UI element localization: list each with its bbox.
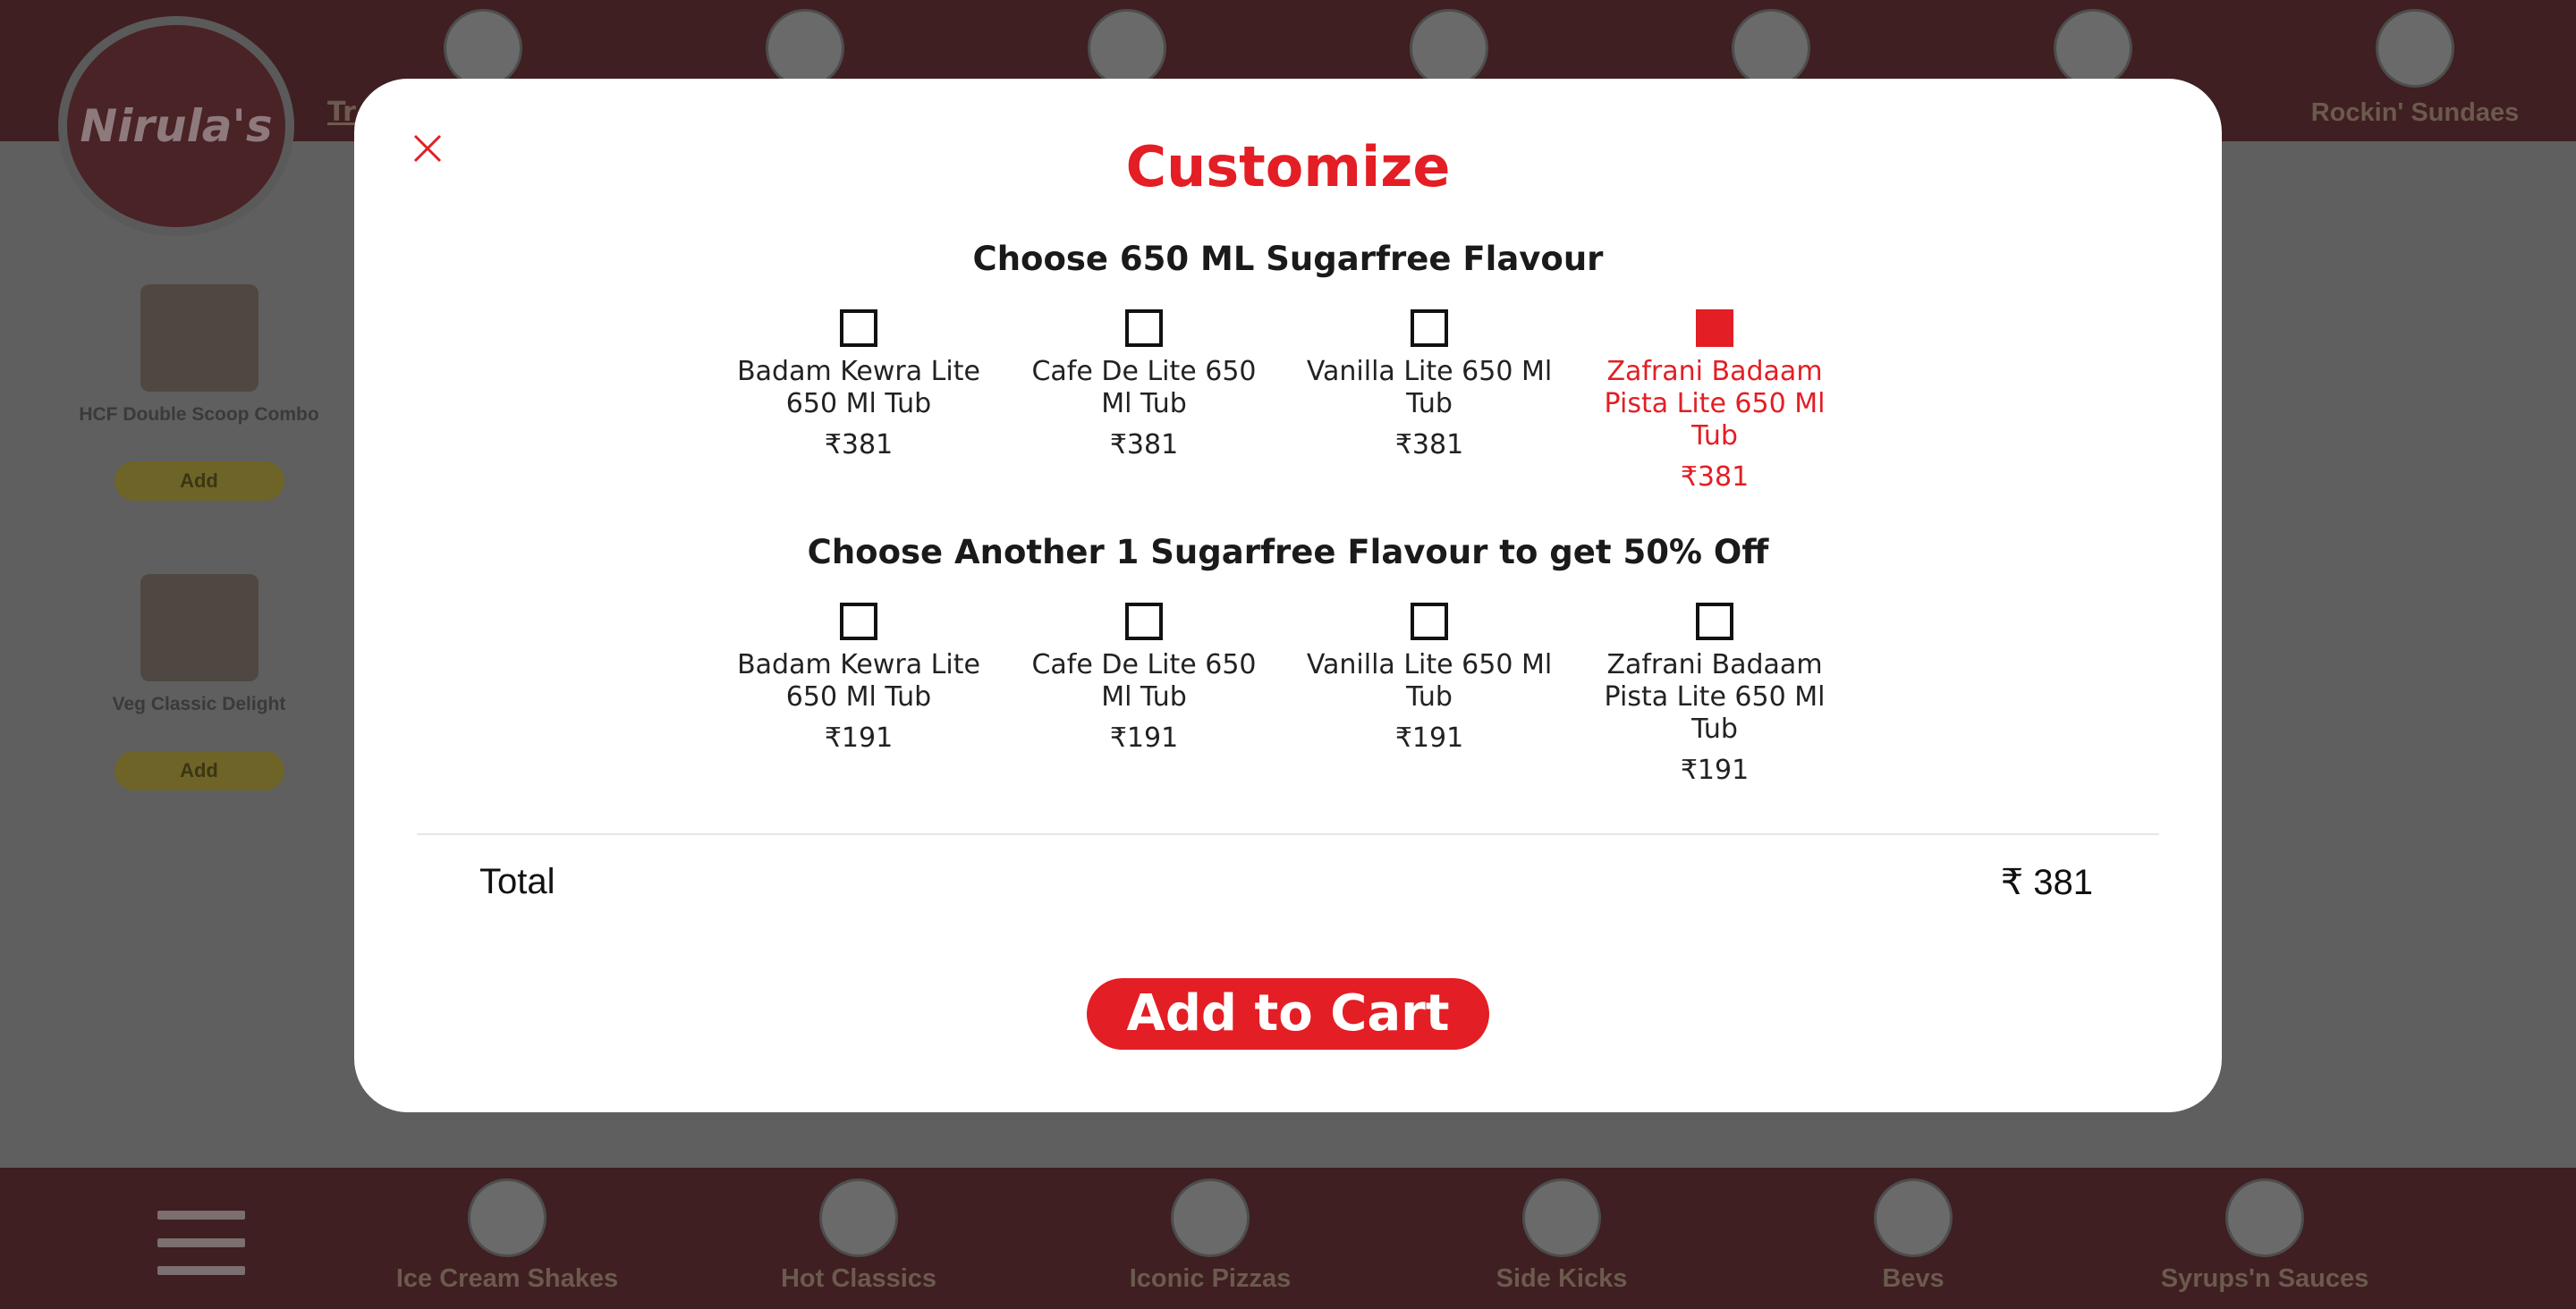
add-to-cart-button[interactable]: Add to Cart: [1087, 978, 1489, 1050]
option-name: Vanilla Lite 650 Ml Tub: [1306, 356, 1553, 419]
category-thumbnail: [2225, 1178, 2304, 1257]
active-tab-label[interactable]: Tr: [327, 97, 356, 128]
total-value: ₹ 381: [2000, 863, 2093, 902]
flavour-option[interactable]: Cafe De Lite 650 Ml Tub ₹381: [1019, 309, 1269, 460]
option-price: ₹191: [1109, 722, 1179, 754]
flavour-option[interactable]: Cafe De Lite 650 Ml Tub ₹191: [1019, 603, 1269, 754]
checkbox[interactable]: [1696, 603, 1733, 640]
menu-item-name: Veg Classic Delight: [112, 694, 286, 714]
bottom-category-item[interactable]: Side Kicks: [1428, 1178, 1696, 1294]
flavour-option-selected[interactable]: Zafrani Badaam Pista Lite 650 Ml Tub ₹38…: [1589, 309, 1840, 493]
category-thumbnail: [444, 9, 522, 88]
total-label: Total: [479, 862, 555, 901]
option-name: Badam Kewra Lite 650 Ml Tub: [737, 649, 980, 713]
flavour-option[interactable]: Badam Kewra Lite 650 Ml Tub ₹191: [733, 603, 984, 754]
bottom-category-item[interactable]: Hot Classics: [724, 1178, 993, 1294]
category-thumbnail: [1732, 9, 1810, 88]
menu-item-image: [140, 574, 258, 681]
brand-logo[interactable]: Nirula's: [58, 16, 294, 236]
option-name: Cafe De Lite 650 Ml Tub: [1031, 649, 1257, 713]
category-thumbnail: [766, 9, 844, 88]
checkbox-checked[interactable]: [1696, 309, 1733, 347]
bottom-category-item[interactable]: Iconic Pizzas: [1076, 1178, 1344, 1294]
checkbox[interactable]: [840, 309, 877, 347]
option-price: ₹381: [1109, 429, 1179, 460]
menu-item-card: Veg Classic Delight Add: [63, 574, 335, 790]
category-thumbnail: [2376, 9, 2454, 88]
bottom-category-item[interactable]: Ice Cream Shakes: [373, 1178, 641, 1294]
menu-item-card: HCF Double Scoop Combo Add: [63, 284, 335, 501]
category-thumbnail: [1522, 1178, 1601, 1257]
category-label: Bevs: [1882, 1264, 1945, 1293]
flavour-option[interactable]: Zafrani Badaam Pista Lite 650 Ml Tub ₹19…: [1589, 603, 1840, 786]
add-button[interactable]: Add: [114, 751, 284, 790]
add-button[interactable]: Add: [114, 461, 284, 501]
option-price: ₹191: [1680, 755, 1750, 786]
option-name: Zafrani Badaam Pista Lite 650 Ml Tub: [1604, 356, 1826, 452]
logo-text: Nirula's: [80, 100, 273, 152]
category-thumbnail: [1410, 9, 1488, 88]
category-thumbnail: [2054, 9, 2132, 88]
option-price: ₹381: [824, 429, 894, 460]
bottom-category-item[interactable]: Syrups'n Sauces: [2131, 1178, 2399, 1294]
checkbox[interactable]: [840, 603, 877, 640]
bottom-category-item[interactable]: Bevs: [1779, 1178, 2047, 1294]
option-price: ₹191: [1394, 722, 1464, 754]
option-price: ₹381: [1680, 461, 1750, 493]
category-label: Side Kicks: [1496, 1264, 1628, 1293]
menu-item-name: HCF Double Scoop Combo: [79, 404, 319, 425]
category-thumbnail: [1874, 1178, 1953, 1257]
category-thumbnail: [1088, 9, 1166, 88]
checkbox[interactable]: [1125, 309, 1163, 347]
category-label: Hot Classics: [780, 1264, 937, 1293]
top-category-rockin-sundaes[interactable]: Rockin' Sundaes: [2308, 9, 2522, 134]
bottom-category-bar: Ice Cream Shakes Hot Classics Iconic Piz…: [0, 1168, 2576, 1309]
option-name: Cafe De Lite 650 Ml Tub: [1031, 356, 1257, 419]
menu-icon[interactable]: [157, 1211, 245, 1275]
checkbox[interactable]: [1125, 603, 1163, 640]
category-label: Iconic Pizzas: [1129, 1264, 1292, 1293]
flavour-option[interactable]: Vanilla Lite 650 Ml Tub ₹381: [1304, 309, 1555, 460]
category-thumbnail: [1171, 1178, 1250, 1257]
category-label: Ice Cream Shakes: [395, 1264, 619, 1293]
option-price: ₹191: [824, 722, 894, 754]
flavour-option[interactable]: Badam Kewra Lite 650 Ml Tub ₹381: [733, 309, 984, 460]
modal-title: Customize: [1125, 134, 1451, 199]
customize-modal: Customize Choose 650 ML Sugarfree Flavou…: [354, 79, 2222, 1112]
flavour-option[interactable]: Vanilla Lite 650 Ml Tub ₹191: [1304, 603, 1555, 754]
checkbox[interactable]: [1411, 603, 1448, 640]
group-title: Choose 650 ML Sugarfree Flavour: [972, 240, 1604, 278]
divider: [417, 833, 2159, 835]
category-label: Syrups'n Sauces: [2160, 1264, 2369, 1293]
option-name: Zafrani Badaam Pista Lite 650 Ml Tub: [1604, 649, 1826, 745]
option-name: Vanilla Lite 650 Ml Tub: [1306, 649, 1553, 713]
checkbox[interactable]: [1411, 309, 1448, 347]
category-thumbnail: [468, 1178, 547, 1257]
category-thumbnail: [819, 1178, 898, 1257]
menu-item-image: [140, 284, 258, 392]
group-title: Choose Another 1 Sugarfree Flavour to ge…: [807, 533, 1769, 571]
category-label: Rockin' Sundaes: [2310, 98, 2520, 127]
option-name: Badam Kewra Lite 650 Ml Tub: [737, 356, 980, 419]
option-price: ₹381: [1394, 429, 1464, 460]
